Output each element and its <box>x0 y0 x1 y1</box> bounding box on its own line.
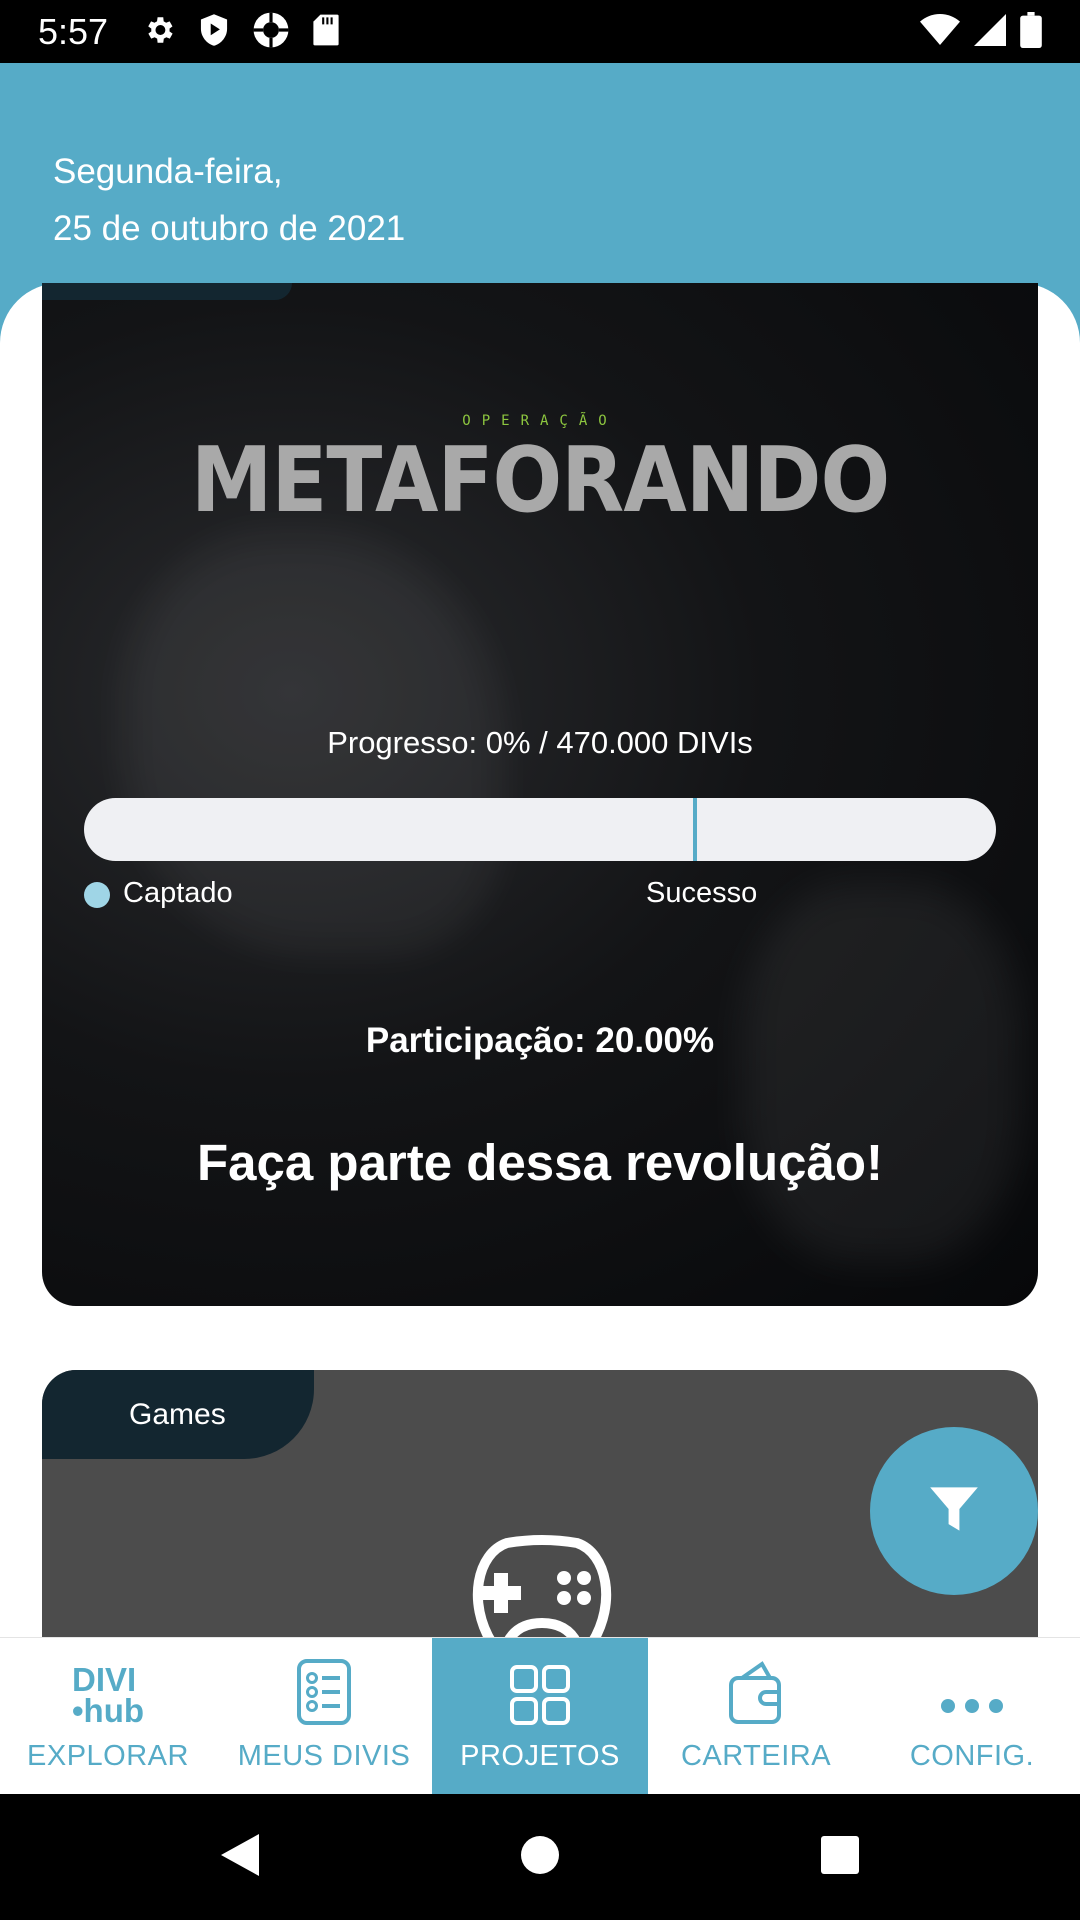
category-tag-games: Games <box>42 1370 314 1459</box>
slogan: Faça parte dessa revolução! <box>197 1134 883 1191</box>
divihub-logo-icon: DIVI •hub <box>72 1638 144 1728</box>
gear-icon <box>142 13 176 51</box>
system-nav <box>0 1794 1080 1920</box>
project-logo-overline: OPERAÇÃO <box>462 413 618 429</box>
status-icons-right <box>920 11 1042 52</box>
project-card[interactable]: OPERAÇÃO METAFORANDO Progresso: 0% / 470… <box>42 283 1038 1306</box>
legend-sucesso: Sucesso <box>646 877 758 909</box>
recents-icon <box>820 1835 860 1879</box>
header-date: Segunda-feira, 25 de outubro de 2021 <box>53 143 405 257</box>
status-icons-left <box>142 11 340 53</box>
nav-label: CONFIG. <box>909 1740 1035 1772</box>
more-icon <box>939 1638 1005 1728</box>
status-time: 5:57 <box>38 10 109 52</box>
list-icon <box>296 1638 352 1728</box>
signal-icon <box>974 13 1006 50</box>
category-tag <box>42 283 292 300</box>
nav-carteira[interactable]: CARTEIRA <box>648 1638 864 1795</box>
nav-label: EXPLORAR <box>27 1740 189 1772</box>
nav-config[interactable]: CONFIG. <box>864 1638 1080 1795</box>
battery-icon <box>1020 11 1042 52</box>
nav-label: PROJETOS <box>460 1740 620 1772</box>
progress-label: Progresso: 0% / 470.000 DIVIs <box>327 725 753 760</box>
legend-captado: Captado <box>123 877 233 909</box>
bottom-nav: DIVI •hub EXPLORAR MEUS DIVIS PROJETOS C… <box>0 1637 1080 1795</box>
progress-bar <box>84 798 996 861</box>
filter-button[interactable] <box>870 1427 1038 1595</box>
nav-label: MEUS DIVIS <box>237 1740 411 1772</box>
nav-projetos[interactable]: PROJETOS <box>432 1638 648 1795</box>
success-marker <box>693 798 697 861</box>
recents-button[interactable] <box>690 1835 990 1879</box>
screen: 5:57 Segunda-feira, 25 de outubro de 202… <box>0 0 1080 1920</box>
back-button[interactable] <box>90 1832 390 1882</box>
home-icon <box>520 1835 560 1879</box>
legend-dot <box>84 882 110 908</box>
status-bar: 5:57 <box>0 0 1080 63</box>
participation-label: Participação: 20.00% <box>365 1021 715 1060</box>
logo-line1: DIVI <box>71 1661 137 1698</box>
date: 25 de outubro de 2021 <box>53 209 406 248</box>
grid-icon <box>509 1638 571 1728</box>
gamepad-icon <box>452 1533 632 1647</box>
home-button[interactable] <box>390 1835 690 1879</box>
logo-line2: •hub <box>71 1692 145 1729</box>
project-logo-title: METAFORANDO <box>190 428 890 533</box>
sd-card-icon <box>312 13 340 51</box>
weekday: Segunda-feira, <box>53 152 283 191</box>
wallet-icon <box>728 1638 784 1728</box>
nav-label: CARTEIRA <box>680 1740 832 1772</box>
wifi-icon <box>920 13 960 50</box>
background-shape <box>742 883 1022 1263</box>
nav-explorar[interactable]: DIVI •hub EXPLORAR <box>0 1638 216 1795</box>
back-icon <box>219 1832 261 1882</box>
shield-play-icon <box>198 13 230 51</box>
aperture-icon <box>252 11 290 53</box>
filter-icon <box>928 1483 980 1539</box>
nav-meus-divis[interactable]: MEUS DIVIS <box>216 1638 432 1795</box>
